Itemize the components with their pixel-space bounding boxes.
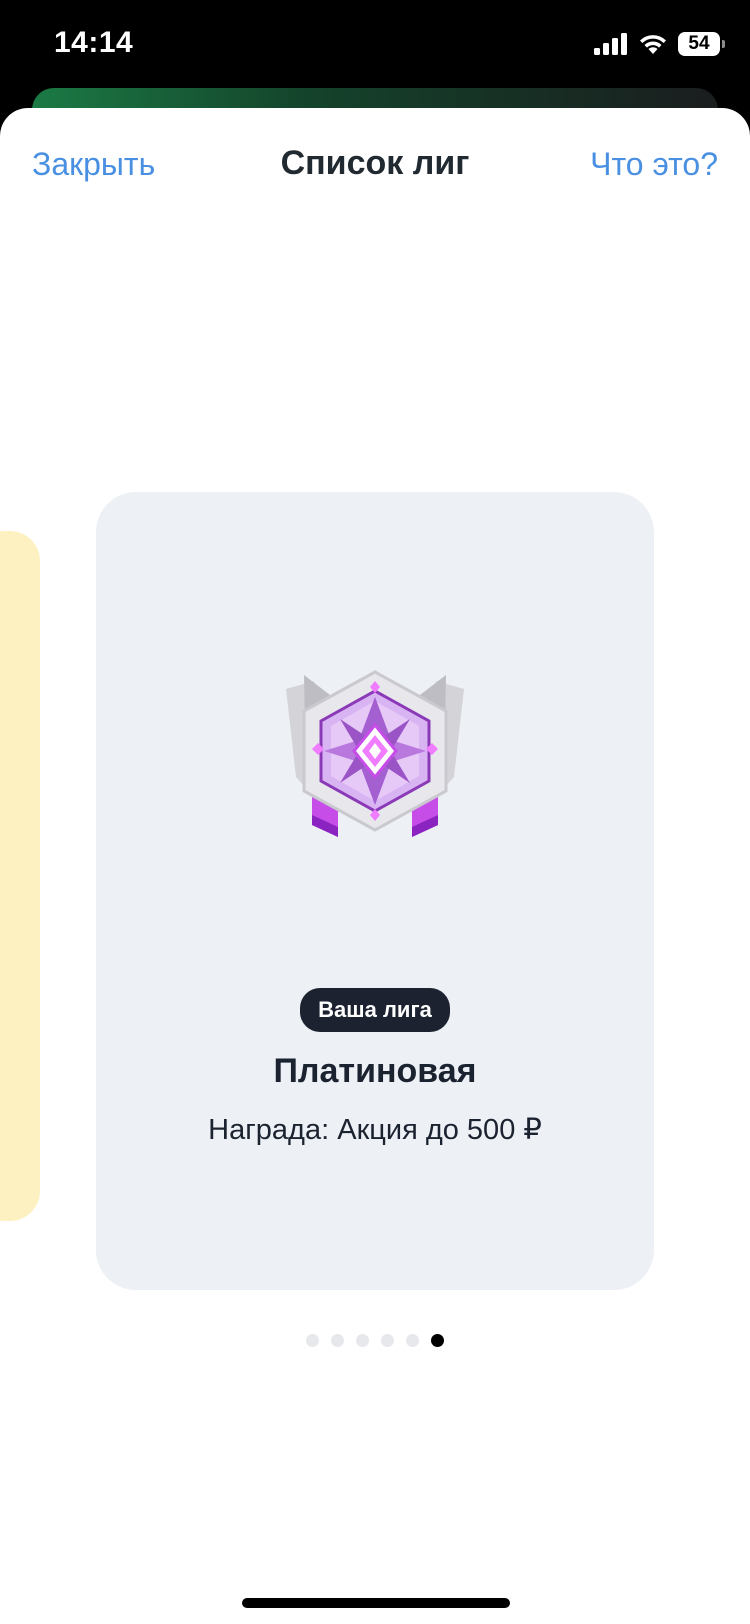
- page-dot[interactable]: [306, 1334, 319, 1347]
- page-dot[interactable]: [331, 1334, 344, 1347]
- page-dot[interactable]: [381, 1334, 394, 1347]
- home-indicator[interactable]: [242, 1598, 510, 1608]
- league-card[interactable]: Ваша лига Платиновая Награда: Акция до 5…: [96, 492, 654, 1290]
- status-icons: 54: [594, 30, 725, 58]
- status-bar: 14:14 54: [0, 0, 750, 92]
- your-league-badge-label: Ваша лига: [300, 988, 450, 1032]
- battery-icon: 54: [678, 32, 725, 56]
- league-list-sheet: Закрыть Список лиг Что это? Ваша лига Пл…: [0, 108, 750, 1624]
- platinum-medal-icon: [286, 670, 464, 837]
- status-time: 14:14: [54, 26, 134, 59]
- previous-league-card[interactable]: [0, 531, 40, 1221]
- page-dot[interactable]: [406, 1334, 419, 1347]
- wifi-icon: [640, 35, 666, 54]
- league-name: Платиновая: [273, 1052, 477, 1090]
- page-dot-active[interactable]: [431, 1334, 444, 1347]
- page-dot[interactable]: [356, 1334, 369, 1347]
- page-indicator: [0, 1334, 750, 1347]
- what-is-this-button[interactable]: Что это?: [590, 146, 718, 183]
- battery-level: 54: [688, 33, 710, 54]
- your-league-badge: Ваша лига: [96, 988, 654, 1032]
- cellular-signal-icon: [594, 33, 627, 55]
- league-reward: Награда: Акция до 500 ₽: [208, 1114, 542, 1146]
